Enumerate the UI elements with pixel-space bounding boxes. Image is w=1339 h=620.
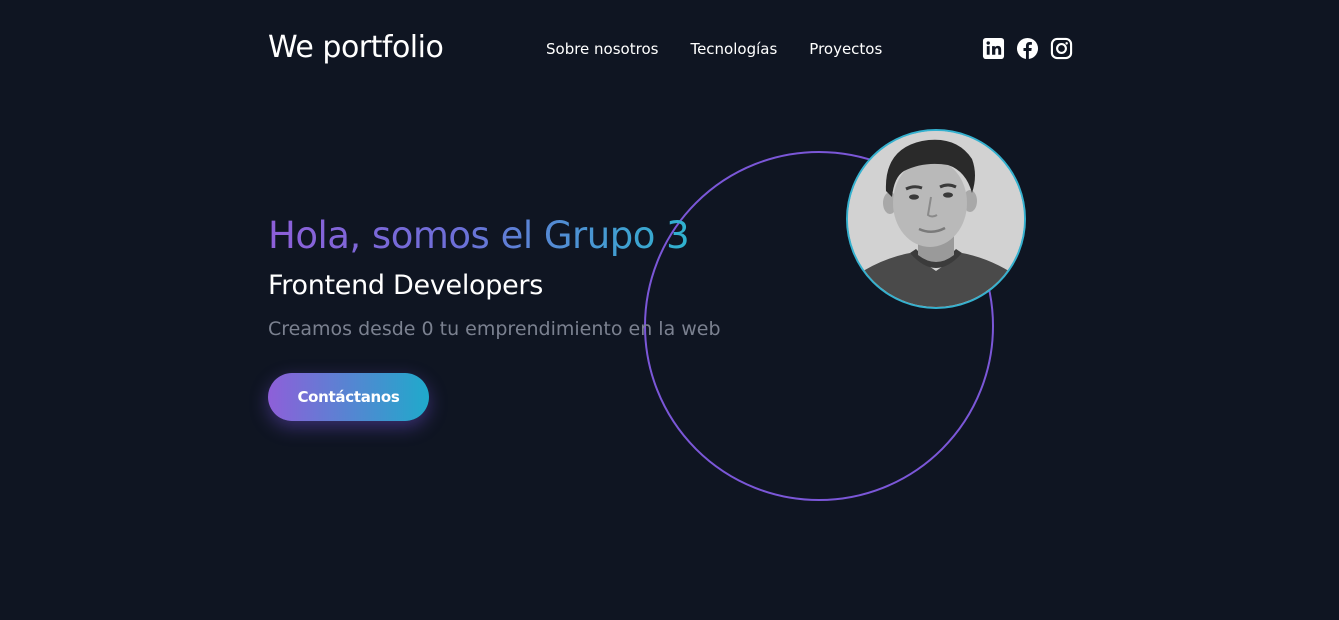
nav-link-sobre-nosotros[interactable]: Sobre nosotros	[546, 40, 658, 58]
linkedin-icon[interactable]	[982, 37, 1005, 60]
profile-photo	[846, 129, 1026, 309]
contact-button[interactable]: Contáctanos	[268, 373, 429, 421]
facebook-icon[interactable]	[1016, 37, 1039, 60]
nav-link-proyectos[interactable]: Proyectos	[809, 40, 882, 58]
instagram-icon[interactable]	[1050, 37, 1073, 60]
social-links	[982, 37, 1073, 60]
main-nav: Sobre nosotros Tecnologías Proyectos	[546, 40, 882, 58]
hero-description: Creamos desde 0 tu emprendimiento en la …	[268, 318, 721, 340]
brand-logo[interactable]: We portfolio	[268, 30, 444, 65]
page: We portfolio Sobre nosotros Tecnologías …	[0, 0, 1339, 620]
nav-link-tecnologias[interactable]: Tecnologías	[690, 40, 777, 58]
hero-title: Hola, somos el Grupo 3	[268, 214, 690, 257]
hero-subtitle: Frontend Developers	[268, 270, 543, 301]
